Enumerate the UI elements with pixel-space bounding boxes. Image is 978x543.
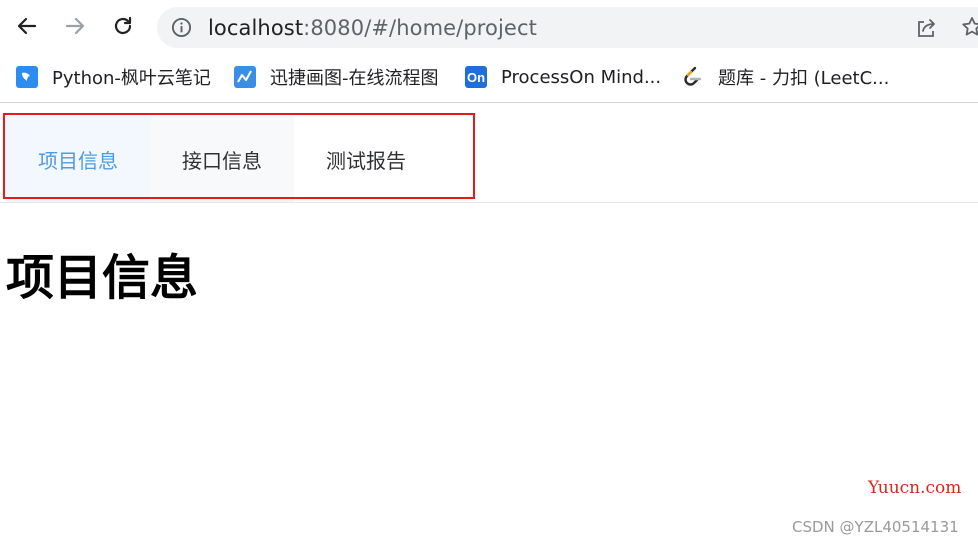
forward-icon [65, 17, 85, 35]
bookmarks-bar: Python-枫叶云笔记 迅捷画图-在线流程图 On ProcessOn Min… [0, 54, 978, 103]
menu-item-project-info[interactable]: 项目信息 [6, 116, 150, 202]
back-button[interactable] [10, 9, 44, 43]
reload-button[interactable] [106, 9, 140, 43]
share-icon[interactable] [914, 16, 938, 40]
star-icon[interactable] [960, 15, 978, 39]
bookmark-label: ProcessOn Mind... [501, 66, 662, 88]
bookmark-item[interactable]: 迅捷画图-在线流程图 [234, 62, 439, 92]
url-text[interactable]: localhost:8080/#/home/project [208, 16, 537, 40]
url-path: :8080/#/home/project [303, 16, 537, 40]
forward-button[interactable] [58, 9, 92, 43]
address-bar[interactable]: localhost:8080/#/home/project [157, 7, 978, 48]
back-icon [17, 17, 37, 35]
bookmark-chart-icon [234, 66, 256, 88]
nav-menu: 项目信息 接口信息 测试报告 [0, 116, 978, 203]
bookmark-item[interactable]: Python-枫叶云笔记 [16, 62, 211, 92]
site-watermark: Yuucn.com [868, 478, 962, 498]
bookmark-label: 迅捷画图-在线流程图 [270, 68, 439, 89]
menu-item-interface-info[interactable]: 接口信息 [150, 116, 294, 202]
bookmark-item[interactable]: 题库 - 力扣 (LeetC... [682, 62, 889, 92]
bookmark-note-icon [16, 66, 38, 88]
browser-toolbar: localhost:8080/#/home/project [0, 0, 978, 54]
leetcode-icon [682, 66, 704, 88]
bookmark-label: 题库 - 力扣 (LeetC... [718, 68, 890, 89]
url-host: localhost [208, 16, 304, 40]
menu-item-test-report[interactable]: 测试报告 [294, 116, 438, 202]
bookmark-label: Python-枫叶云笔记 [52, 68, 211, 89]
processon-icon: On [465, 66, 487, 88]
page-title: 项目信息 [6, 250, 199, 306]
bookmark-item[interactable]: On ProcessOn Mind... [465, 62, 661, 92]
author-watermark: CSDN @YZL40514131 [792, 518, 959, 536]
info-icon[interactable] [171, 17, 192, 38]
reload-icon [114, 16, 132, 35]
